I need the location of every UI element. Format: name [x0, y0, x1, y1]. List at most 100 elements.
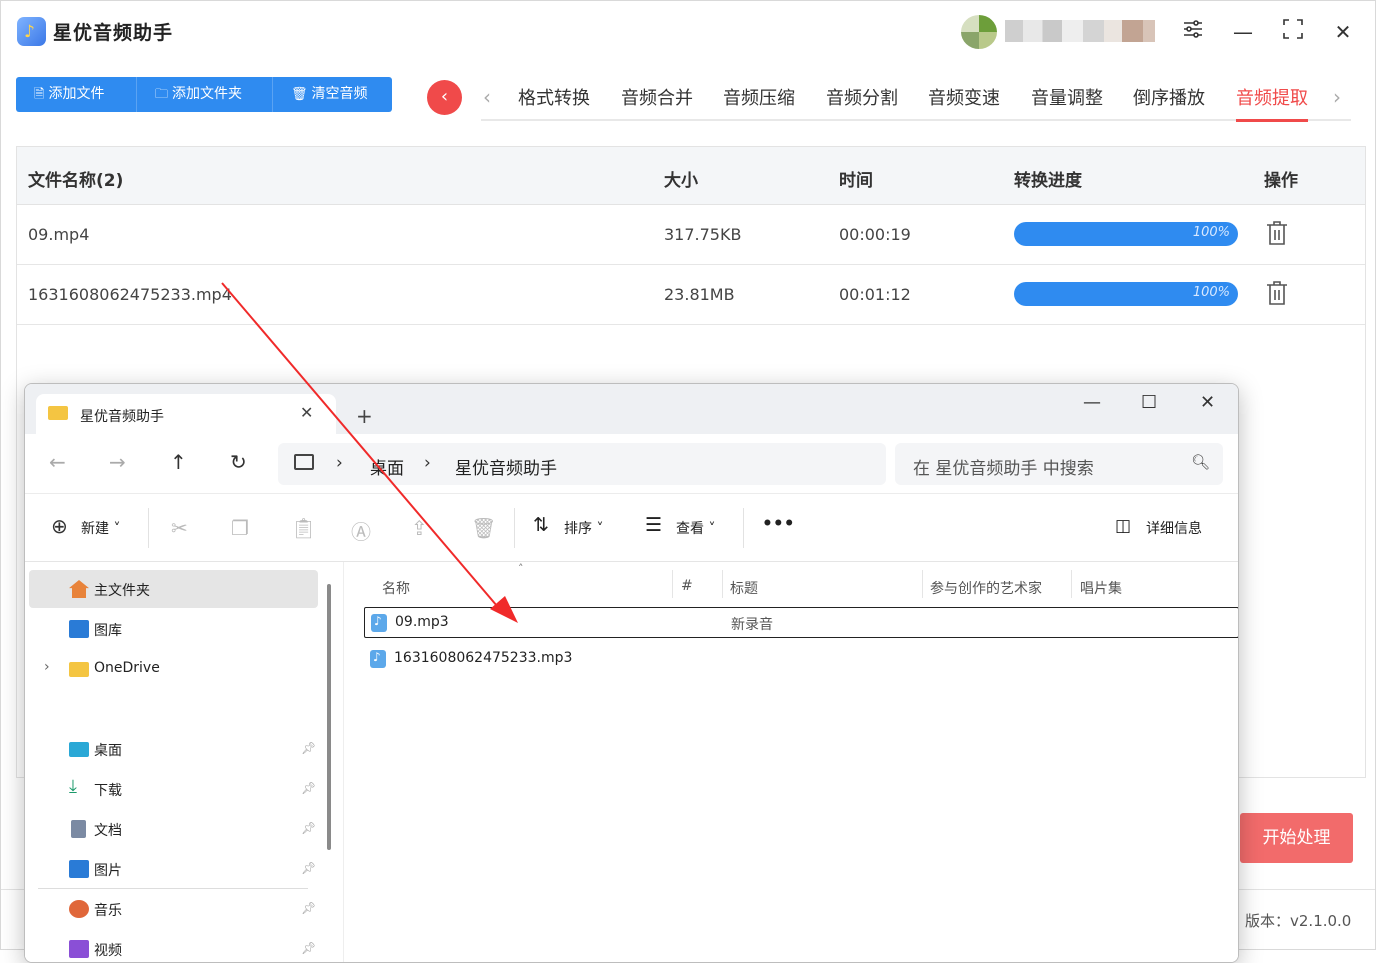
- file-name: 09.mp3: [395, 614, 449, 630]
- back-icon[interactable]: ‹: [427, 80, 462, 115]
- progress-label: 100%: [1192, 285, 1230, 300]
- chevron-right-icon[interactable]: ›: [44, 659, 50, 675]
- share-icon[interactable]: ⇪: [411, 516, 428, 540]
- file-row[interactable]: 1631608062475233.mp3: [364, 644, 1238, 675]
- breadcrumb-current-folder[interactable]: 星优音频助手: [455, 454, 557, 479]
- tab-audio-split[interactable]: 音频分割: [826, 84, 898, 119]
- explorer-address-row: ← → ↑ ↻ › 桌面 › 星优音频助手 在 星优音频助手 中搜索 🔍︎: [25, 434, 1238, 494]
- file-icon: 🗎: [34, 87, 45, 102]
- trash-icon: 🗑: [291, 87, 308, 102]
- file-size: 317.75KB: [664, 225, 742, 244]
- address-bar[interactable]: › 桌面 › 星优音频助手: [278, 443, 886, 485]
- pin-icon[interactable]: 📌︎: [301, 901, 316, 915]
- forward-arrow-icon[interactable]: →: [109, 450, 126, 474]
- rename-icon[interactable]: Ⓐ: [351, 516, 371, 545]
- tab-scroll-right-icon[interactable]: ›: [1333, 85, 1341, 109]
- table-row[interactable]: 1631608062475233.mp4 23.81MB 00:01:12 10…: [17, 265, 1365, 325]
- details-button[interactable]: 详细信息: [1146, 518, 1202, 538]
- app-title: 星优音频助手: [53, 22, 174, 44]
- file-explorer-window: 星优音频助手 ✕ + — ☐ ✕ ← → ↑ ↻ › 桌面 › 星优音频助手 在…: [24, 383, 1239, 963]
- back-arrow-icon[interactable]: ←: [49, 450, 66, 474]
- nav-item-videos[interactable]: 视频 📌︎: [29, 930, 318, 962]
- nav-item-music[interactable]: 音乐 📌︎: [29, 890, 318, 928]
- add-file-button[interactable]: 🗎 添加文件: [16, 77, 137, 112]
- nav-item-home[interactable]: 主文件夹: [29, 570, 318, 608]
- nav-item-pictures[interactable]: 图片 📌︎: [29, 850, 318, 888]
- tab-audio-extract[interactable]: 音频提取: [1236, 84, 1308, 122]
- new-button[interactable]: 新建 ˅: [81, 518, 120, 538]
- column-artists[interactable]: 参与创作的艺术家: [930, 578, 1042, 598]
- column-album[interactable]: 唱片集: [1080, 578, 1122, 598]
- details-pane-icon: ◫: [1115, 516, 1132, 536]
- tab-audio-compress[interactable]: 音频压缩: [723, 84, 795, 119]
- divider: [743, 508, 744, 548]
- clear-audio-button[interactable]: 🗑 清空音频: [273, 77, 392, 112]
- delete-icon[interactable]: 🗑︎: [471, 516, 496, 540]
- column-divider[interactable]: [1071, 570, 1072, 598]
- pin-icon[interactable]: 📌︎: [301, 861, 316, 875]
- start-process-button[interactable]: 开始处理: [1240, 813, 1353, 863]
- delete-trash-icon[interactable]: [1266, 280, 1288, 306]
- file-size: 23.81MB: [664, 285, 735, 304]
- new-tab-icon[interactable]: +: [356, 404, 373, 428]
- file-row[interactable]: 09.mp3 新录音: [364, 607, 1238, 638]
- paste-icon[interactable]: 📋︎: [291, 516, 316, 540]
- pin-icon[interactable]: 📌︎: [301, 781, 316, 795]
- user-avatar[interactable]: [961, 15, 997, 49]
- nav-item-desktop[interactable]: 桌面 📌︎: [29, 730, 318, 768]
- explorer-tab-bar: 星优音频助手 ✕ + — ☐ ✕: [25, 384, 1238, 434]
- search-input[interactable]: 在 星优音频助手 中搜索 🔍︎: [895, 443, 1223, 485]
- header-time: 时间: [839, 171, 873, 191]
- tab-audio-merge[interactable]: 音频合并: [621, 84, 693, 119]
- audio-file-icon: [370, 650, 386, 668]
- column-title[interactable]: 标题: [730, 578, 758, 598]
- view-button[interactable]: 查看 ˅: [676, 518, 715, 538]
- nav-item-documents[interactable]: 文档 📌︎: [29, 810, 318, 848]
- more-options-icon[interactable]: •••: [762, 514, 795, 534]
- table-row[interactable]: 09.mp4 317.75KB 00:00:19 100%: [17, 205, 1365, 265]
- tab-reverse-play[interactable]: 倒序播放: [1133, 84, 1205, 119]
- breadcrumb-desktop[interactable]: 桌面: [370, 454, 404, 479]
- nav-label: 文档: [94, 823, 122, 839]
- pin-icon[interactable]: 📌︎: [301, 941, 316, 955]
- explorer-minimize-button[interactable]: —: [1083, 392, 1101, 413]
- nav-label: 音乐: [94, 903, 122, 919]
- column-divider[interactable]: [722, 570, 723, 598]
- tab-scroll-left-icon[interactable]: ‹: [483, 85, 491, 109]
- up-arrow-icon[interactable]: ↑: [170, 450, 187, 474]
- minimize-button[interactable]: —: [1229, 18, 1257, 46]
- add-folder-button[interactable]: 🗀 添加文件夹: [137, 77, 273, 112]
- tab-volume-adjust[interactable]: 音量调整: [1031, 84, 1103, 119]
- close-button[interactable]: ✕: [1329, 18, 1357, 46]
- file-title: 新录音: [731, 617, 773, 633]
- sort-button[interactable]: 排序 ˅: [564, 518, 603, 538]
- tab-audio-speed[interactable]: 音频变速: [928, 84, 1000, 119]
- explorer-tab[interactable]: 星优音频助手 ✕: [36, 394, 336, 434]
- maximize-button[interactable]: [1279, 18, 1307, 46]
- column-divider[interactable]: [672, 570, 673, 598]
- column-number[interactable]: #: [681, 578, 693, 594]
- tab-format-convert[interactable]: 格式转换: [518, 84, 590, 119]
- file-time: 00:01:12: [839, 285, 911, 304]
- audio-file-icon: [371, 614, 387, 632]
- explorer-close-button[interactable]: ✕: [1200, 392, 1215, 413]
- new-plus-icon[interactable]: ⊕: [51, 514, 68, 538]
- this-pc-icon: [294, 454, 314, 470]
- nav-item-gallery[interactable]: 图库: [29, 610, 318, 648]
- folder-icon: 🗀: [155, 87, 169, 102]
- cut-icon[interactable]: ✂: [171, 516, 188, 540]
- settings-sliders-icon[interactable]: [1179, 18, 1207, 46]
- column-name[interactable]: 名称: [382, 578, 410, 598]
- close-tab-icon[interactable]: ✕: [300, 403, 313, 422]
- pin-icon[interactable]: 📌︎: [301, 821, 316, 835]
- nav-item-downloads[interactable]: ⤓ 下载 📌︎: [29, 770, 318, 808]
- pin-icon[interactable]: 📌︎: [301, 741, 316, 755]
- delete-trash-icon[interactable]: [1266, 220, 1288, 246]
- refresh-icon[interactable]: ↻: [230, 450, 247, 474]
- copy-icon[interactable]: ❐: [231, 516, 249, 540]
- nav-scrollbar[interactable]: [327, 584, 331, 850]
- nav-item-onedrive[interactable]: › OneDrive: [29, 650, 318, 688]
- progress-label: 100%: [1192, 225, 1230, 240]
- column-divider[interactable]: [922, 570, 923, 598]
- explorer-maximize-button[interactable]: ☐: [1141, 392, 1157, 413]
